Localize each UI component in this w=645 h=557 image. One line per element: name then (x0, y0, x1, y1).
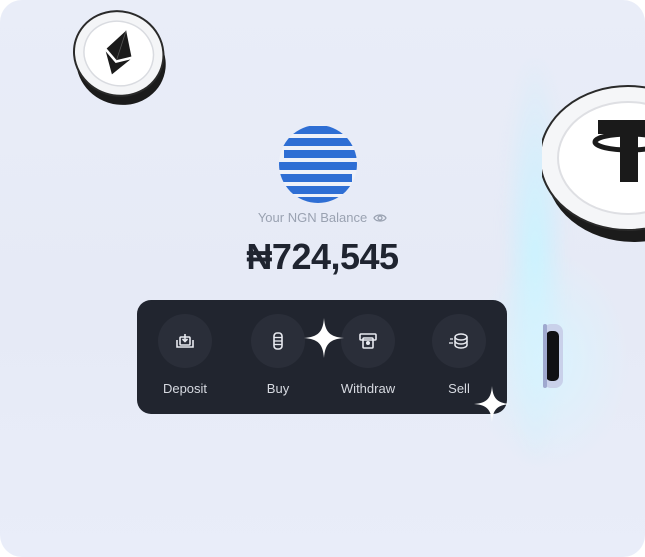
ethereum-coin-icon (72, 10, 166, 105)
balance-label: Your NGN Balance (257, 210, 368, 225)
currency-logo (279, 125, 357, 203)
coin-edge-icon (543, 324, 563, 388)
buy-label: Buy (266, 381, 290, 396)
sparkle-icon (474, 386, 510, 422)
sparkle-icon (304, 318, 344, 358)
withdraw-icon-circle (341, 314, 395, 368)
coin-stack-icon (273, 332, 283, 350)
wallet-card: Your NGN Balance ₦724,545 Deposit Buy Wi… (0, 0, 645, 557)
deposit-label: Deposit (162, 381, 208, 396)
withdraw-icon (359, 333, 377, 349)
buy-icon-circle (251, 314, 305, 368)
sell-icon-circle (432, 314, 486, 368)
withdraw-label: Withdraw (340, 381, 396, 396)
balance-label-row: Your NGN Balance (0, 210, 645, 225)
balance-amount: ₦724,545 (246, 236, 399, 277)
deposit-icon (176, 334, 194, 348)
deposit-icon-circle (158, 314, 212, 368)
eye-icon[interactable] (373, 212, 387, 224)
deposit-button[interactable]: Deposit (145, 314, 225, 404)
sell-coins-icon (449, 333, 468, 349)
